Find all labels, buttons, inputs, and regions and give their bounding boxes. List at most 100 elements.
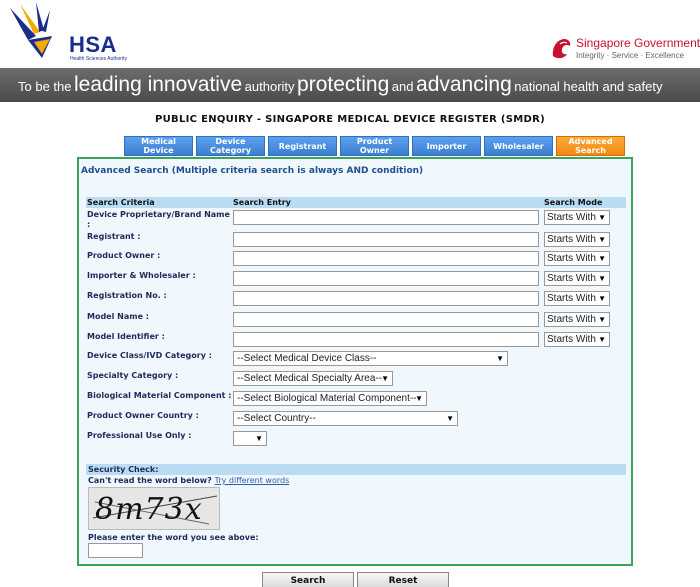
product-owner-country-label: Product Owner Country : (87, 411, 199, 420)
specialty-category-label: Specialty Category : (87, 371, 179, 380)
dropdown-arrow-icon: ▼ (598, 235, 606, 244)
dropdown-arrow-icon: ▼ (381, 374, 389, 383)
tab-importer[interactable]: Importer (412, 136, 481, 156)
dropdown-arrow-icon: ▼ (255, 434, 263, 443)
banner-part: national health and safety (514, 79, 663, 94)
advanced-search-panel: Advanced Search (Multiple criteria searc… (77, 157, 633, 566)
criteria-row-registrant: Registrant : Starts With ▼ (86, 230, 626, 248)
criteria-row-biological-material: Biological Material Component : --Select… (86, 389, 626, 407)
criteria-row-brand-name: Device Proprietary/Brand Name : Starts W… (86, 208, 626, 230)
banner-part: protecting (297, 73, 390, 96)
registrant-mode-select[interactable]: Starts With ▼ (544, 232, 610, 247)
criteria-row-professional-use: Professional Use Only : ▼ (86, 429, 626, 447)
model-name-label: Model Name : (87, 312, 149, 321)
brand-name-label: Device Proprietary/Brand Name : (87, 210, 230, 229)
model-identifier-label: Model Identifier : (87, 332, 165, 341)
product-owner-country-select[interactable]: --Select Country-- ▼ (233, 411, 458, 426)
select-value: --Select Medical Specialty Area-- (237, 373, 383, 384)
importer-wholesaler-mode-select[interactable]: Starts With ▼ (544, 271, 610, 286)
dropdown-arrow-icon: ▼ (446, 414, 454, 423)
header-search-criteria: Search Criteria (87, 198, 155, 207)
banner-part: and (391, 79, 414, 94)
registration-no-label: Registration No. : (87, 291, 167, 300)
criteria-header-row: Search Criteria Search Entry Search Mode (86, 197, 626, 208)
banner-part: To be the (18, 79, 72, 94)
sg-gov-tagline: Integrity · Service · Excellence (576, 51, 685, 60)
criteria-row-device-class: Device Class/IVD Category : --Select Med… (86, 349, 626, 367)
model-identifier-input[interactable] (233, 332, 539, 347)
mode-value: Starts With (547, 253, 596, 264)
select-value: --Select Biological Material Component-- (237, 393, 417, 404)
registrant-input[interactable] (233, 232, 539, 247)
product-owner-input[interactable] (233, 251, 539, 266)
tab-registrant[interactable]: Registrant (268, 136, 337, 156)
captcha-entry-label: Please enter the word you see above: (88, 533, 259, 542)
importer-wholesaler-label: Importer & Wholesaler : (87, 271, 196, 280)
mode-value: Starts With (547, 293, 596, 304)
mode-value: Starts With (547, 212, 596, 223)
select-value: --Select Medical Device Class-- (237, 353, 377, 364)
criteria-row-registration-no: Registration No. : Starts With ▼ (86, 289, 626, 307)
security-check-label: Security Check: (88, 465, 159, 474)
dropdown-arrow-icon: ▼ (598, 213, 606, 222)
device-class-label: Device Class/IVD Category : (87, 351, 212, 360)
banner-part: authority (244, 79, 295, 94)
tab-advanced-search[interactable]: Advanced Search (556, 136, 625, 156)
tagline-banner: To be the leading innovative authority p… (0, 68, 700, 102)
select-value: --Select Country-- (237, 413, 316, 424)
lion-head-icon (552, 39, 571, 59)
tab-device-category[interactable]: Device Category (196, 136, 265, 156)
cant-read-text: Can't read the word below? (88, 476, 212, 485)
model-identifier-mode-select[interactable]: Starts With ▼ (544, 332, 610, 347)
criteria-row-specialty-category: Specialty Category : --Select Medical Sp… (86, 369, 626, 387)
hsa-bird-icon (10, 2, 52, 58)
mode-value: Starts With (547, 234, 596, 245)
panel-title: Advanced Search (Multiple criteria searc… (81, 166, 424, 176)
dropdown-arrow-icon: ▼ (496, 354, 504, 363)
captcha-entry-input[interactable] (88, 543, 143, 558)
search-button[interactable]: Search (262, 572, 354, 587)
captcha-text: 8m73x (95, 492, 203, 527)
page-title: PUBLIC ENQUIRY - SINGAPORE MEDICAL DEVIC… (155, 114, 545, 125)
reset-button[interactable]: Reset (357, 572, 449, 587)
product-owner-mode-select[interactable]: Starts With ▼ (544, 251, 610, 266)
professional-use-label: Professional Use Only : (87, 431, 192, 440)
hsa-logo-subtitle: Health Sciences Authority (70, 56, 127, 62)
biological-material-select[interactable]: --Select Biological Material Component--… (233, 391, 427, 406)
header-search-mode: Search Mode (544, 198, 603, 207)
tab-product-owner[interactable]: Product Owner (340, 136, 409, 156)
dropdown-arrow-icon: ▼ (598, 294, 606, 303)
specialty-category-select[interactable]: --Select Medical Specialty Area-- ▼ (233, 371, 393, 386)
device-class-select[interactable]: --Select Medical Device Class-- ▼ (233, 351, 508, 366)
criteria-row-importer-wholesaler: Importer & Wholesaler : Starts With ▼ (86, 269, 626, 287)
criteria-row-model-identifier: Model Identifier : Starts With ▼ (86, 330, 626, 348)
dropdown-arrow-icon: ▼ (598, 254, 606, 263)
model-name-mode-select[interactable]: Starts With ▼ (544, 312, 610, 327)
captcha-image: 8m73x (88, 487, 220, 530)
criteria-row-model-name: Model Name : Starts With ▼ (86, 310, 626, 328)
biological-material-label: Biological Material Component : (87, 391, 232, 400)
banner-part: leading innovative (74, 73, 243, 96)
mode-value: Starts With (547, 334, 596, 345)
tab-wholesaler[interactable]: Wholesaler (484, 136, 553, 156)
registration-no-input[interactable] (233, 291, 539, 306)
singapore-government-logo[interactable]: Singapore Government Integrity · Service… (550, 36, 700, 64)
dropdown-arrow-icon: ▼ (598, 274, 606, 283)
hsa-logo[interactable]: HSA Health Sciences Authority (6, 2, 136, 66)
mode-value: Starts With (547, 314, 596, 325)
hsa-logo-text: HSA (69, 32, 117, 57)
model-name-input[interactable] (233, 312, 539, 327)
dropdown-arrow-icon: ▼ (598, 335, 606, 344)
tab-medical-device[interactable]: Medical Device (124, 136, 193, 156)
criteria-row-product-owner-country: Product Owner Country : --Select Country… (86, 409, 626, 427)
dropdown-arrow-icon: ▼ (415, 394, 423, 403)
product-owner-label: Product Owner : (87, 251, 161, 260)
try-different-words-link[interactable]: Try different words (215, 476, 290, 485)
registration-no-mode-select[interactable]: Starts With ▼ (544, 291, 610, 306)
brand-name-input[interactable] (233, 210, 539, 225)
professional-use-select[interactable]: ▼ (233, 431, 267, 446)
mode-value: Starts With (547, 273, 596, 284)
registrant-label: Registrant : (87, 232, 141, 241)
importer-wholesaler-input[interactable] (233, 271, 539, 286)
brand-name-mode-select[interactable]: Starts With ▼ (544, 210, 610, 225)
